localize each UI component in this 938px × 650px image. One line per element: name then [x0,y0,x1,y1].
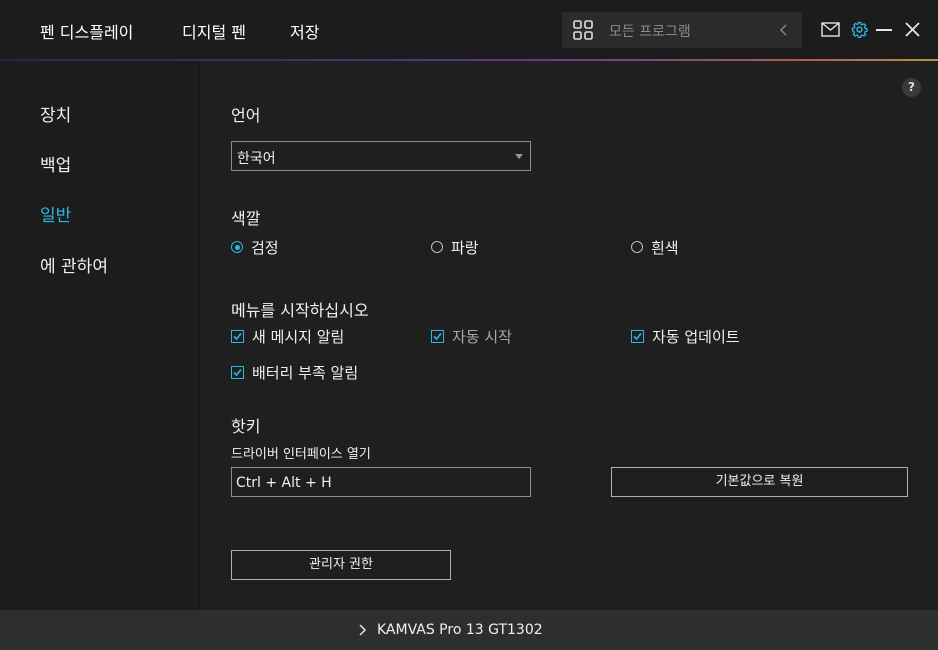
language-title: 언어 [231,106,261,125]
radio-icon[interactable] [631,241,643,253]
startup-title: 메뉴를 시작하십시오 [231,301,369,320]
close-icon[interactable] [905,22,920,37]
checkbox-checked-icon[interactable] [231,365,244,379]
checkbox-new-message-notify[interactable]: 새 메시지 알림 [231,327,345,346]
sidebar-item-device[interactable]: 장치 [40,101,71,126]
hotkey-title: 핫키 [231,417,261,436]
chevron-right-icon[interactable] [357,624,367,636]
color-option-white[interactable]: 흰색 [631,238,679,257]
restore-defaults-button[interactable]: 기본값으로 복원 [611,467,908,497]
color-option-black[interactable]: 검정 [231,238,279,257]
checkbox-label: 자동 업데이트 [652,327,740,346]
checkbox-low-battery-notify[interactable]: 배터리 부족 알림 [231,363,359,382]
sidebar-item-about[interactable]: 에 관하여 [40,252,108,277]
checkbox-checked-icon[interactable] [631,329,644,343]
radio-label: 흰색 [651,238,679,257]
radio-selected-icon[interactable] [231,241,243,253]
color-option-blue[interactable]: 파랑 [431,238,479,257]
checkbox-label: 자동 시작 [452,327,512,346]
apps-grid-icon[interactable] [573,20,593,40]
tab-storage[interactable]: 저장 [290,19,319,43]
tab-pen-display[interactable]: 펜 디스플레이 [40,19,133,43]
program-search[interactable]: 모든 프로그램 [562,12,802,48]
checkbox-checked-icon[interactable] [231,329,244,343]
hotkey-label: 드라이버 인터페이스 열기 [231,447,371,462]
hotkey-value: Ctrl + Alt + H [236,475,332,491]
language-select[interactable]: 한국어 [231,141,531,171]
minimize-icon[interactable] [876,29,892,31]
dropdown-arrow-icon [515,154,523,159]
top-bar: 펜 디스플레이 디지털 펜 저장 모든 프로그램 [0,0,938,61]
checkbox-label: 새 메시지 알림 [252,327,345,346]
sidebar-item-general[interactable]: 일반 [40,201,71,226]
radio-icon[interactable] [431,241,443,253]
gear-icon[interactable] [851,21,868,38]
language-selected-value: 한국어 [237,151,276,167]
mail-icon[interactable] [821,22,840,37]
help-icon[interactable]: ? [902,78,921,97]
admin-rights-button[interactable]: 관리자 권한 [231,550,451,580]
radio-label: 검정 [251,238,279,257]
device-name: KAMVAS Pro 13 GT1302 [377,622,543,638]
footer-device-bar[interactable]: KAMVAS Pro 13 GT1302 [0,610,938,650]
hotkey-input[interactable]: Ctrl + Alt + H [231,467,531,497]
tab-digital-pen[interactable]: 디지털 펜 [182,19,246,43]
checkbox-checked-icon[interactable] [431,329,444,343]
checkbox-auto-update[interactable]: 자동 업데이트 [631,327,740,346]
checkbox-label: 배터리 부족 알림 [252,363,359,382]
chevron-left-icon[interactable] [778,22,790,38]
radio-label: 파랑 [451,238,479,257]
sidebar [0,61,200,610]
sidebar-item-backup[interactable]: 백업 [40,151,71,176]
search-placeholder[interactable]: 모든 프로그램 [609,21,691,41]
color-title: 색깔 [231,209,261,228]
checkbox-auto-start[interactable]: 자동 시작 [431,327,512,346]
